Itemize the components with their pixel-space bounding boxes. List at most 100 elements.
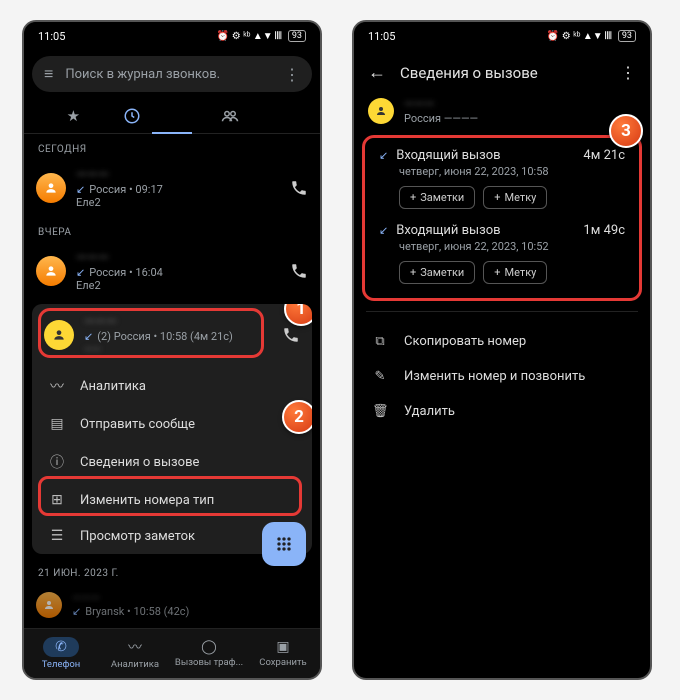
- add-tag-chip[interactable]: +Метку: [483, 261, 547, 284]
- nav-phone[interactable]: ✆Телефон: [24, 629, 98, 678]
- add-note-chip[interactable]: +Заметки: [399, 261, 475, 284]
- more-icon[interactable]: ⋮: [620, 63, 636, 82]
- contact-header[interactable]: ——— Россия ————: [354, 95, 650, 135]
- call-button[interactable]: [282, 326, 300, 344]
- call-button[interactable]: [290, 262, 308, 280]
- plus-icon: +: [410, 191, 416, 204]
- avatar: [36, 256, 66, 286]
- nav-calls[interactable]: ◯Вызовы траф...: [172, 629, 246, 678]
- call-meta: Россия • 16:04: [89, 266, 163, 279]
- plus-icon: +: [494, 266, 500, 279]
- status-bar: 11:05 ⏰ ⚙ ᵏᵇ ▲▼ 𝄃𝄃𝄃 93: [354, 22, 650, 50]
- title-bar: ← Сведения о вызове ⋮: [354, 50, 650, 95]
- battery: 93: [618, 30, 636, 42]
- section-yesterday: ВЧЕРА: [24, 217, 320, 242]
- analytics-icon: 〰: [48, 376, 66, 396]
- call-meta: (2) Россия • 10:58 (4м 21с): [97, 330, 233, 343]
- message-icon: ▤: [48, 416, 66, 432]
- menu-send-message[interactable]: ▤Отправить сообще 2: [32, 406, 312, 442]
- phone-icon: ✆: [43, 637, 79, 657]
- back-icon[interactable]: ←: [368, 62, 386, 83]
- call-duration: 4м 21с: [583, 148, 625, 163]
- clock: 11:05: [38, 30, 65, 43]
- phone-left: 11:05 ⏰ ⚙ ᵏᵇ ▲▼ 𝄃𝄃𝄃 93 ≡ Поиск в журнал …: [22, 20, 322, 680]
- avatar: [36, 592, 62, 618]
- status-icons: ⏰ ⚙ ᵏᵇ ▲▼ 𝄃𝄃𝄃 93: [547, 30, 636, 42]
- carrier: Еле2: [76, 196, 101, 209]
- nav-save[interactable]: ▣Сохранить: [246, 629, 320, 678]
- notes-icon: ☰: [48, 528, 66, 544]
- dialpad-fab[interactable]: [262, 522, 306, 566]
- add-tag-chip[interactable]: +Метку: [483, 186, 547, 209]
- plus-icon: +: [410, 266, 416, 279]
- call-type: Входящий вызов: [396, 223, 500, 238]
- battery: 93: [288, 30, 306, 42]
- menu-analytics[interactable]: 〰Аналитика: [32, 366, 312, 406]
- avatar: [36, 173, 66, 203]
- call-duration: 1м 49с: [583, 223, 625, 238]
- incoming-arrow-icon: ↙: [379, 224, 388, 237]
- call-row[interactable]: ——— ↙ Россия • 09:17 Еле2: [24, 159, 320, 217]
- phone-right: 11:05 ⏰ ⚙ ᵏᵇ ▲▼ 𝄃𝄃𝄃 93 ← Сведения о вызо…: [352, 20, 652, 680]
- copy-icon: ⧉: [372, 334, 388, 349]
- dialpad-icon: ⊞: [48, 492, 66, 508]
- edit-icon: ✎: [372, 369, 388, 384]
- incoming-arrow-icon: ↙: [76, 266, 85, 279]
- step-badge-2: 2: [282, 400, 312, 434]
- contact-name: ———: [76, 250, 109, 266]
- search-placeholder: Поиск в журнал звонков.: [65, 67, 272, 82]
- call-row[interactable]: ——— ↙ Россия • 16:04 Еле2: [24, 242, 320, 300]
- section-today: СЕГОДНЯ: [24, 134, 320, 159]
- search-bar[interactable]: ≡ Поиск в журнал звонков. ⋮: [32, 56, 312, 92]
- clock: 11:05: [368, 30, 395, 43]
- carrier: Еле2: [76, 279, 101, 292]
- call-meta: Россия • 09:17: [89, 183, 163, 196]
- more-icon[interactable]: ⋮: [284, 65, 300, 84]
- call-date: четверг, июня 22, 2023, 10:52: [379, 240, 625, 253]
- incoming-arrow-icon: ↙: [72, 605, 81, 618]
- analytics-icon: 〰: [128, 637, 142, 657]
- contact-sub: Россия ————: [404, 112, 478, 125]
- action-copy-number[interactable]: ⧉Скопировать номер: [354, 324, 650, 359]
- menu-edit-number[interactable]: ⊞Изменить номера тип: [32, 482, 312, 518]
- call-type: Входящий вызов: [396, 148, 500, 163]
- call-row-selected[interactable]: ——— ↙(2) Россия • 10:58 (4м 21с) ——: [32, 304, 312, 366]
- tab-favorites[interactable]: ★: [24, 107, 123, 125]
- incoming-arrow-icon: ↙: [76, 183, 85, 196]
- call-meta2: ——: [84, 343, 101, 356]
- contact-name: ———: [404, 97, 434, 112]
- step-badge-3: 3: [609, 114, 643, 148]
- nav-analytics[interactable]: 〰Аналитика: [98, 629, 172, 678]
- call-row[interactable]: ——— ↙ Bryansk • 10:58 (42с): [24, 583, 320, 626]
- screen-title: Сведения о вызове: [400, 64, 606, 82]
- reload-icon: ◯: [201, 639, 217, 655]
- info-icon: ⓘ: [48, 452, 66, 472]
- plus-icon: +: [494, 191, 500, 204]
- bottom-nav: ✆Телефон 〰Аналитика ◯Вызовы траф... ▣Сох…: [24, 628, 320, 678]
- call-log-scroll[interactable]: СЕГОДНЯ ——— ↙ Россия • 09:17 Еле2 ВЧЕРА —…: [24, 134, 320, 628]
- avatar: [44, 320, 74, 350]
- call-button[interactable]: [290, 179, 308, 197]
- menu-call-details[interactable]: ⓘСведения о вызове: [32, 442, 312, 482]
- save-icon: ▣: [276, 639, 289, 655]
- call-actions: ⧉Скопировать номер ✎Изменить номер и поз…: [354, 318, 650, 435]
- tab-recent[interactable]: [123, 107, 222, 125]
- status-icons: ⏰ ⚙ ᵏᵇ ▲▼ 𝄃𝄃𝄃 93: [217, 30, 306, 42]
- call-entry: ↙ Входящий вызов 1м 49с четверг, июня 22,…: [369, 219, 635, 294]
- expanded-call-card: 1 ——— ↙(2) Россия • 10:58 (4м 21с) —— 〰А…: [32, 304, 312, 554]
- tab-contacts[interactable]: [221, 109, 320, 123]
- highlight-ring-3: 3 ↙Входящий вызов 4м 21с четверг, июня 2…: [362, 135, 642, 301]
- add-note-chip[interactable]: +Заметки: [399, 186, 475, 209]
- contact-name: ———: [76, 167, 109, 183]
- trash-icon: 🗑: [372, 404, 388, 419]
- call-entry: ↙Входящий вызов 4м 21с четверг, июня 22,…: [369, 144, 635, 219]
- contact-name: ———: [84, 314, 117, 330]
- action-edit-and-call[interactable]: ✎Изменить номер и позвонить: [354, 359, 650, 394]
- action-delete[interactable]: 🗑Удалить: [354, 394, 650, 429]
- hamburger-icon[interactable]: ≡: [44, 64, 53, 84]
- contact-name: ———: [72, 591, 100, 605]
- call-meta: Bryansk • 10:58 (42с): [85, 605, 189, 618]
- call-date: четверг, июня 22, 2023, 10:58: [379, 165, 625, 178]
- tab-strip: ★: [24, 98, 320, 134]
- status-bar: 11:05 ⏰ ⚙ ᵏᵇ ▲▼ 𝄃𝄃𝄃 93: [24, 22, 320, 50]
